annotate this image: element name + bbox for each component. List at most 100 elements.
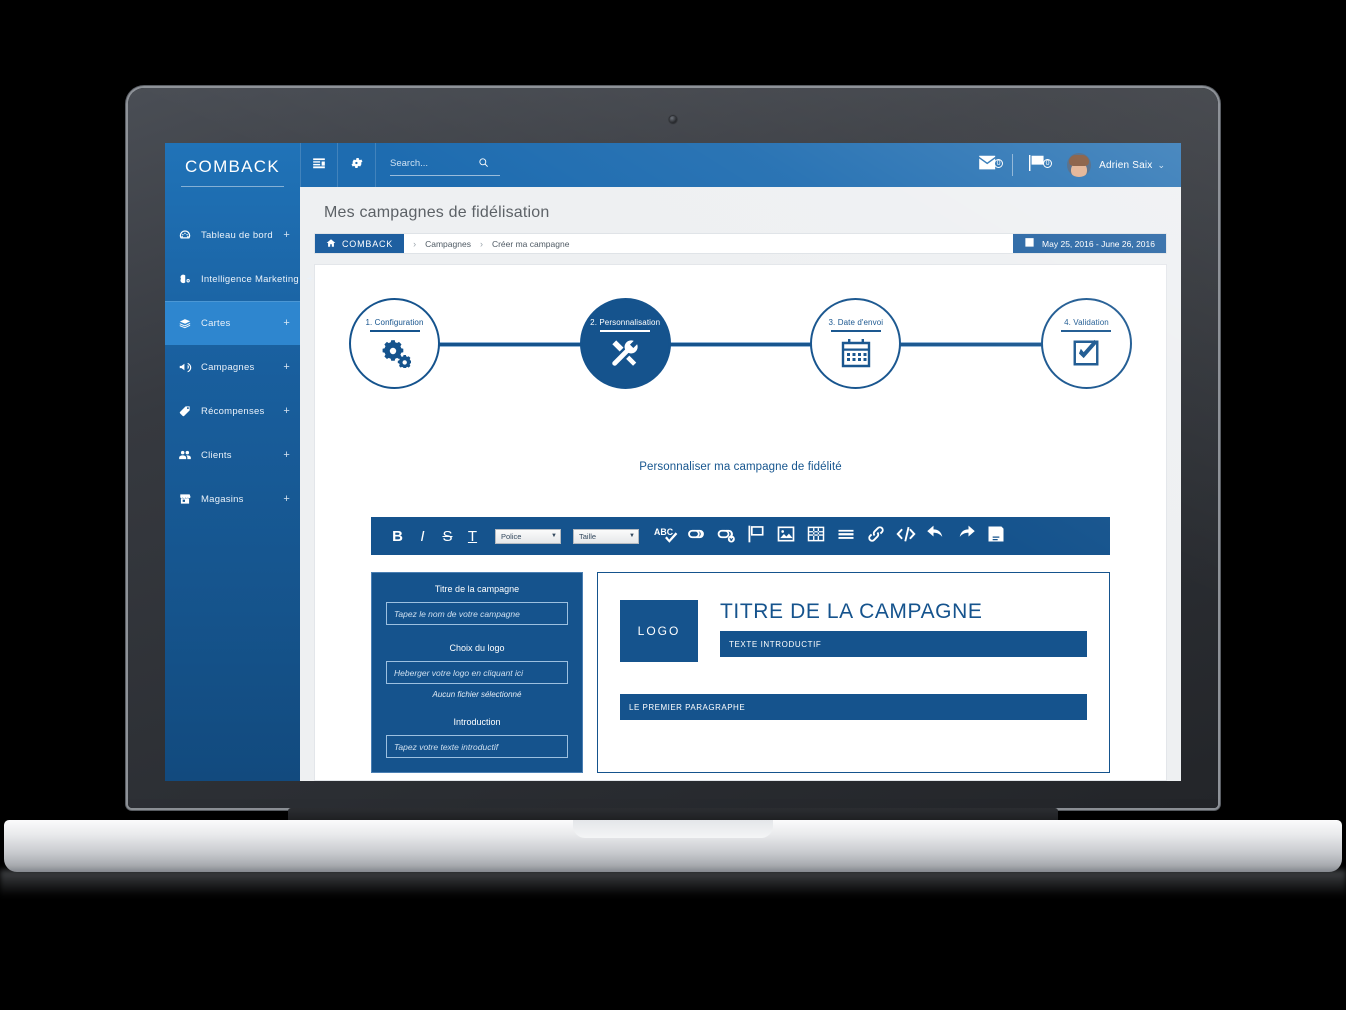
chevron-down-icon: ▼ xyxy=(551,533,557,539)
strikethrough-button[interactable]: S xyxy=(435,528,460,545)
logo-upload-input[interactable] xyxy=(386,661,568,684)
step-3-date-denvoi[interactable]: 3. Date d'envoi xyxy=(810,297,902,389)
source-code-icon xyxy=(894,524,918,549)
sidebar-item-campagnes[interactable]: Campagnes + xyxy=(165,345,300,389)
preview-title[interactable]: TITRE DE LA CAMPAGNE xyxy=(720,600,1087,624)
image-icon xyxy=(776,524,796,549)
cards-icon xyxy=(177,316,193,330)
date-range-label: May 25, 2016 - June 26, 2016 xyxy=(1042,238,1155,249)
form-gap xyxy=(386,625,568,643)
attach-link-button[interactable] xyxy=(861,525,891,547)
step-divider xyxy=(369,330,420,332)
step-1-configuration[interactable]: 1. Configuration xyxy=(349,297,440,389)
link-button[interactable] xyxy=(681,525,711,547)
step-divider xyxy=(830,330,881,332)
preview-logo-placeholder[interactable]: LOGO xyxy=(620,600,698,662)
store-icon xyxy=(177,492,193,506)
insert-table-button[interactable] xyxy=(801,525,831,547)
horizontal-rule-button[interactable] xyxy=(831,525,861,547)
tag-icon xyxy=(177,404,193,418)
breadcrumb-item-campagnes[interactable]: Campagnes xyxy=(425,239,471,249)
spellcheck-button[interactable]: ABC xyxy=(651,525,681,547)
sidebar-item-label: Magasins xyxy=(201,493,244,505)
sidebar-item-intelligence-marketing[interactable]: Intelligence Marketing + xyxy=(165,257,313,301)
redo-button[interactable] xyxy=(951,525,981,547)
preview-header-right: TITRE DE LA CAMPAGNE TEXTE INTRODUCTIF xyxy=(720,600,1087,657)
search-input[interactable] xyxy=(390,158,468,169)
expand-plus-icon[interactable]: + xyxy=(307,273,314,285)
undo-button[interactable] xyxy=(921,525,951,547)
brand-block: COMBACK xyxy=(165,143,300,187)
step-2-personnalisation[interactable]: 2. Personnalisation xyxy=(579,297,671,389)
anchor-flag-icon xyxy=(746,524,766,549)
settings-button[interactable] xyxy=(338,143,376,187)
sidebar: COMBACK Tableau de bord + Intelligence M… xyxy=(165,143,313,781)
breadcrumb: COMBACK › Campagnes › Créer ma campagne … xyxy=(314,233,1167,254)
avatar-hair xyxy=(1069,155,1090,166)
chevron-down-icon: ▼ xyxy=(629,533,635,539)
preview-first-paragraph-block[interactable]: LE PREMIER PARAGRAPHE xyxy=(620,694,1087,720)
step-4-validation[interactable]: 4. Validation xyxy=(1040,297,1132,389)
save-button[interactable] xyxy=(981,525,1011,547)
laptop-shadow xyxy=(0,870,1346,904)
underline-button[interactable]: T xyxy=(460,528,485,545)
sidebar-item-clients[interactable]: Clients + xyxy=(165,433,300,477)
expand-plus-icon[interactable]: + xyxy=(283,449,290,461)
user-avatar[interactable] xyxy=(1067,153,1092,177)
sidebar-item-cartes[interactable]: Cartes + xyxy=(165,301,300,345)
content-card: 1. Configuration 2. Personnalisation 3. … xyxy=(314,264,1167,781)
expand-plus-icon[interactable]: + xyxy=(283,361,290,373)
attach-link-icon xyxy=(866,524,886,549)
editor-body: Titre de la campagne Choix du logo Aucun… xyxy=(371,572,1110,773)
content-wrapper: 1. Configuration 2. Personnalisation 3. … xyxy=(300,254,1181,781)
menu-toggle-button[interactable] xyxy=(300,143,338,187)
user-name-label[interactable]: Adrien Saix xyxy=(1099,160,1152,171)
search-icon[interactable] xyxy=(478,155,489,173)
bold-button[interactable]: B xyxy=(385,528,410,545)
table-icon xyxy=(806,524,826,549)
campaign-preview-panel: LOGO TITRE DE LA CAMPAGNE TEXTE INTRODUC… xyxy=(597,572,1110,773)
sidebar-item-label: Récompenses xyxy=(201,405,265,417)
brand-logo[interactable]: COMBACK xyxy=(175,157,290,177)
campaign-stepper: 1. Configuration 2. Personnalisation 3. … xyxy=(349,287,1132,399)
date-range-picker[interactable]: May 25, 2016 - June 26, 2016 xyxy=(1013,234,1166,253)
brain-icon xyxy=(177,272,193,286)
anchor-button[interactable] xyxy=(741,525,771,547)
brand-divider xyxy=(181,186,284,187)
horizontal-rule-icon xyxy=(836,524,856,549)
topbar: 0 0 Adrien Saix xyxy=(300,143,1181,187)
font-size-select[interactable]: Taille ▼ xyxy=(573,528,639,544)
preview-intro-block[interactable]: TEXTE INTRODUCTIF xyxy=(720,631,1087,657)
breadcrumb-home-button[interactable]: COMBACK xyxy=(315,234,405,253)
notifications-button[interactable]: 0 xyxy=(1017,154,1057,176)
font-size-value: Taille xyxy=(579,531,597,541)
introduction-label: Introduction xyxy=(453,717,501,727)
logo-choice-label: Choix du logo xyxy=(449,643,505,653)
font-family-select[interactable]: Police ▼ xyxy=(495,528,561,544)
app-window: COMBACK Tableau de bord + Intelligence M… xyxy=(165,143,1181,781)
expand-plus-icon[interactable]: + xyxy=(283,317,290,329)
topbar-divider xyxy=(1012,154,1014,176)
campaign-title-label: Titre de la campagne xyxy=(434,584,520,594)
introduction-input[interactable] xyxy=(386,735,568,758)
expand-plus-icon[interactable]: + xyxy=(283,229,290,241)
unlink-button[interactable] xyxy=(711,525,741,547)
sidebar-item-recompenses[interactable]: Récompenses + xyxy=(165,389,300,433)
italic-button[interactable]: I xyxy=(410,528,435,545)
form-gap xyxy=(386,699,568,717)
chevron-down-icon[interactable]: ⌄ xyxy=(1157,160,1165,171)
expand-plus-icon[interactable]: + xyxy=(283,405,290,417)
campaign-title-input[interactable] xyxy=(386,602,568,625)
sidebar-item-tableau-de-bord[interactable]: Tableau de bord + xyxy=(165,213,300,257)
expand-plus-icon[interactable]: + xyxy=(283,493,290,505)
users-icon xyxy=(177,448,193,462)
megaphone-icon xyxy=(177,360,193,374)
insert-image-button[interactable] xyxy=(771,525,801,547)
step-label: 1. Configuration xyxy=(365,318,424,328)
source-code-button[interactable] xyxy=(891,525,921,547)
sidebar-item-magasins[interactable]: Magasins + xyxy=(165,477,300,521)
calendar-icon xyxy=(1024,237,1035,250)
laptop-mockup: COMBACK Tableau de bord + Intelligence M… xyxy=(0,0,1346,1010)
messages-button[interactable]: 0 xyxy=(968,155,1008,176)
